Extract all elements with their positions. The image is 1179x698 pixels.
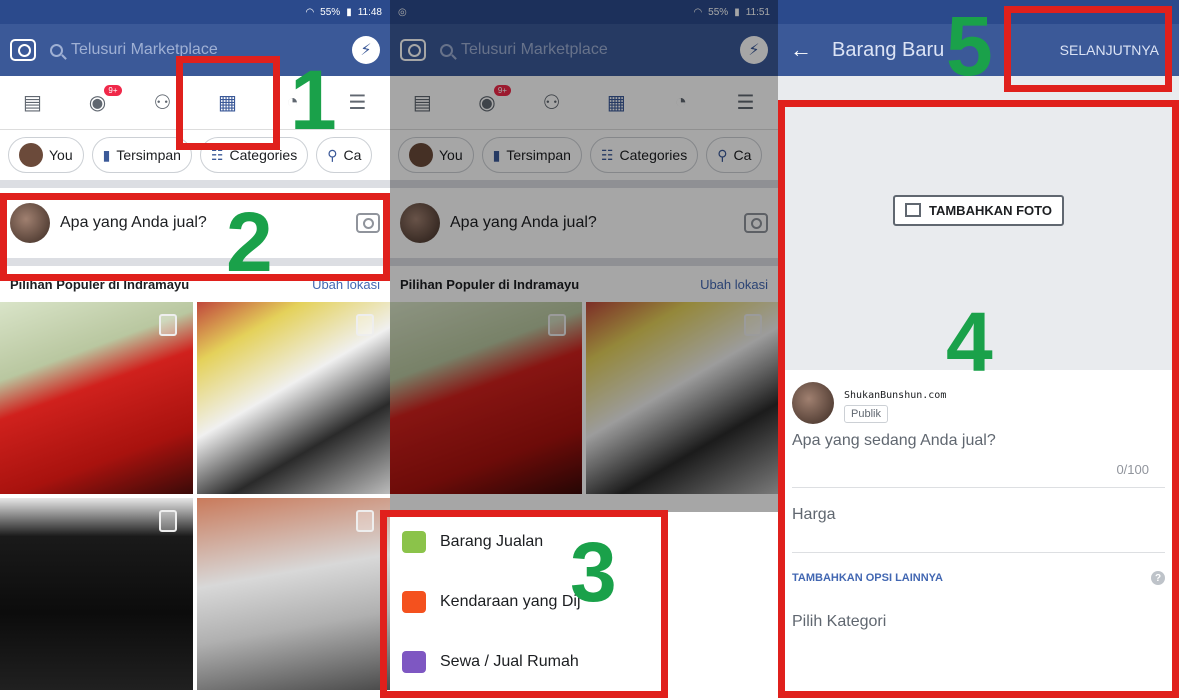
- sell-composer[interactable]: Apa yang Anda jual?: [0, 188, 390, 266]
- chip-saved[interactable]: ▮ Tersimpan: [91, 137, 192, 173]
- price-field[interactable]: Harga: [778, 488, 1179, 542]
- add-photo-icon: [904, 203, 921, 217]
- bookmark-icon[interactable]: [159, 314, 177, 336]
- listing-grid: [0, 302, 390, 690]
- camera-icon[interactable]: [10, 39, 36, 61]
- step-number-1: 1: [290, 53, 337, 147]
- popular-header: Pilihan Populer di Indramayu Ubah lokasi: [0, 266, 390, 302]
- search-icon: ⚲: [327, 146, 338, 163]
- next-button[interactable]: SELANJUTNYA: [1051, 42, 1167, 58]
- step-number-4: 4: [946, 295, 993, 389]
- news-feed-icon[interactable]: ▤: [19, 91, 47, 115]
- status-bar: ◠ 55% ▮ 11:48: [0, 0, 390, 24]
- signal-level: 55%: [320, 6, 341, 18]
- shopping-bag-icon: [402, 531, 426, 553]
- friends-icon[interactable]: ⚇: [149, 91, 177, 115]
- messenger-icon[interactable]: ⚡: [352, 36, 380, 64]
- list-icon: ☷: [210, 146, 224, 163]
- marketplace-icon[interactable]: ▦: [214, 91, 242, 115]
- camera-icon[interactable]: [356, 213, 380, 233]
- groups-icon[interactable]: ◉ 9+: [84, 84, 122, 115]
- avatar: [792, 382, 834, 424]
- search-icon: [50, 43, 63, 57]
- house-icon: [402, 651, 426, 673]
- listing-tile[interactable]: [0, 302, 193, 494]
- clock: 11:48: [357, 6, 382, 18]
- back-arrow-icon[interactable]: ←: [790, 37, 812, 63]
- char-counter: 0/100: [1116, 462, 1149, 477]
- avatar: [10, 203, 50, 243]
- notification-badge: 9+: [104, 84, 122, 96]
- help-icon[interactable]: ?: [1151, 571, 1165, 585]
- battery-icon: ▮: [346, 6, 352, 18]
- wifi-icon: ◠: [305, 6, 315, 18]
- bookmark-icon[interactable]: [356, 314, 374, 336]
- add-photo-button[interactable]: TAMBAHKAN FOTO: [892, 194, 1064, 226]
- item-title-field[interactable]: Apa yang sedang Anda jual?: [778, 424, 1179, 450]
- listing-tile[interactable]: [197, 302, 390, 494]
- search-placeholder: Telusuri Marketplace: [71, 41, 218, 58]
- avatar: [19, 143, 43, 167]
- bookmark-icon[interactable]: [356, 510, 374, 532]
- step-number-2: 2: [226, 195, 273, 289]
- change-location-link[interactable]: Ubah lokasi: [312, 277, 380, 292]
- car-icon: [402, 591, 426, 613]
- category-field[interactable]: Pilih Kategori: [778, 603, 1179, 641]
- bookmark-icon[interactable]: [159, 510, 177, 532]
- audience-selector[interactable]: Publik: [844, 405, 888, 423]
- menu-item-house[interactable]: Sewa / Jual Rumah: [390, 632, 778, 692]
- chip-you[interactable]: You: [8, 137, 84, 173]
- composer-prompt: Apa yang Anda jual?: [60, 214, 207, 231]
- more-options-link[interactable]: TAMBAHKAN OPSI LAINNYA ?: [778, 553, 1179, 603]
- step-number-5: 5: [946, 0, 993, 93]
- menu-icon[interactable]: ☰: [344, 91, 372, 115]
- step-number-3: 3: [570, 525, 617, 619]
- page-title: Barang Baru: [832, 38, 945, 61]
- listing-form: ShukanBunshun.com Publik Apa yang sedang…: [778, 370, 1179, 698]
- listing-tile[interactable]: [0, 498, 193, 690]
- listing-tile[interactable]: [197, 498, 390, 690]
- bookmark-icon: ▮: [102, 146, 111, 163]
- popular-title: Pilihan Populer di Indramayu: [10, 276, 190, 292]
- watermark: ShukanBunshun.com: [844, 390, 947, 401]
